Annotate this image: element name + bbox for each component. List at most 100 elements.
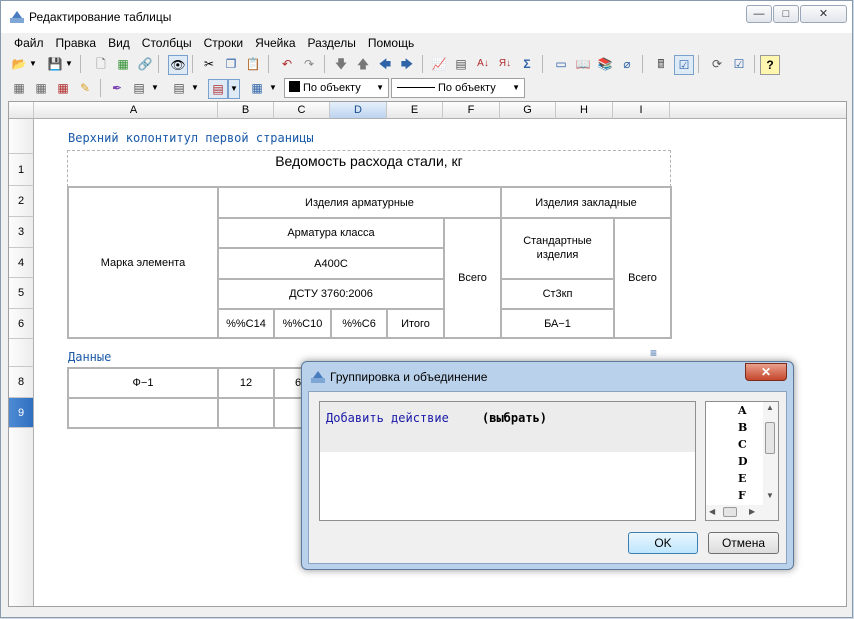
- diameter-icon[interactable]: ⌀: [618, 55, 636, 73]
- preview-icon[interactable]: 👁: [168, 55, 188, 75]
- align-icon[interactable]: ▤: [130, 79, 148, 97]
- cell-b8[interactable]: 12: [217, 367, 275, 399]
- section-settings-icon[interactable]: ≡: [650, 346, 657, 360]
- library-icon[interactable]: 📚: [596, 55, 614, 73]
- col-header-G[interactable]: G: [500, 102, 556, 119]
- row-header-1[interactable]: 1: [9, 154, 34, 186]
- col-header-I[interactable]: I: [613, 102, 670, 119]
- list-item[interactable]: C: [738, 438, 747, 451]
- actions-box[interactable]: Добавить действие (выбрать): [319, 401, 696, 521]
- list-item[interactable]: E: [738, 472, 746, 485]
- col-header-A[interactable]: A: [34, 102, 218, 119]
- cell-vsego-1[interactable]: Всего: [443, 217, 502, 339]
- ok-button[interactable]: OK: [628, 532, 698, 554]
- cell-a400c[interactable]: А400С: [217, 247, 445, 280]
- col-header-D[interactable]: D: [330, 102, 387, 119]
- edit-table-icon[interactable]: ✎: [76, 79, 94, 97]
- paste-icon[interactable]: 📋: [244, 55, 262, 73]
- align-dropdown-icon[interactable]: ▼: [150, 79, 160, 97]
- border-icon[interactable]: ▤: [208, 79, 228, 99]
- move-right-icon[interactable]: 🡆: [398, 55, 416, 73]
- sort-desc-icon[interactable]: Я↓: [496, 55, 514, 73]
- col-header-C[interactable]: C: [274, 102, 330, 119]
- line-dropdown-icon[interactable]: ▼: [190, 79, 200, 97]
- vertical-scrollbar[interactable]: ▲ ▼: [763, 402, 778, 505]
- menu-edit[interactable]: Правка: [50, 34, 103, 52]
- cell-izd-arm[interactable]: Изделия арматурные: [217, 186, 502, 219]
- cell-dstu[interactable]: ДСТУ 3760:2006: [217, 278, 445, 310]
- cell-b9[interactable]: [217, 397, 275, 429]
- borders-grid-icon[interactable]: ▦: [248, 79, 266, 97]
- move-left-icon[interactable]: 🡄: [376, 55, 394, 73]
- row-header-8[interactable]: 8: [9, 367, 34, 398]
- col-header-F[interactable]: F: [443, 102, 500, 119]
- copy-icon[interactable]: ❐: [222, 55, 240, 73]
- cell-izd-zakl[interactable]: Изделия закладные: [500, 186, 672, 219]
- chart-icon[interactable]: 📈: [430, 55, 448, 73]
- sum-icon[interactable]: Σ: [518, 55, 536, 73]
- close-window-button[interactable]: ✕: [800, 5, 847, 23]
- row-header-9[interactable]: 9: [9, 398, 34, 428]
- open-dropdown-icon[interactable]: ▼: [28, 55, 38, 73]
- cancel-button[interactable]: Отмена: [708, 532, 779, 554]
- grid-alt-icon[interactable]: ▦: [32, 79, 50, 97]
- save-icon[interactable]: 💾: [46, 55, 64, 73]
- table-title-cell[interactable]: Ведомость расхода стали, кг: [67, 150, 671, 187]
- scroll-down-icon[interactable]: ▼: [766, 491, 774, 500]
- cell-vsego-2[interactable]: Всего: [613, 217, 672, 339]
- column-listbox[interactable]: A B C D E F ▲ ▼ ◀ ▶: [705, 401, 779, 521]
- row-header-3[interactable]: 3: [9, 217, 34, 248]
- linetype-combo[interactable]: По объекту ▼: [391, 78, 525, 98]
- cell-f1[interactable]: Ф−1: [67, 367, 219, 399]
- scroll-up-icon[interactable]: ▲: [766, 403, 774, 412]
- help-icon[interactable]: ?: [760, 55, 780, 75]
- cell-ba1[interactable]: БА−1: [500, 308, 615, 339]
- menu-sections[interactable]: Разделы: [302, 34, 362, 52]
- cell-st3kp[interactable]: Ст3кп: [500, 278, 615, 310]
- menu-rows[interactable]: Строки: [198, 34, 249, 52]
- list-item[interactable]: D: [738, 455, 748, 468]
- list-item[interactable]: A: [738, 404, 747, 417]
- horizontal-scrollbar[interactable]: ◀ ▶: [706, 505, 778, 520]
- col-header-H[interactable]: H: [556, 102, 613, 119]
- menu-help[interactable]: Помощь: [362, 34, 420, 52]
- menu-cell[interactable]: Ячейка: [249, 34, 301, 52]
- scroll-right-icon[interactable]: ▶: [749, 507, 755, 516]
- cell-c10[interactable]: %%С10: [273, 308, 332, 339]
- list-item[interactable]: B: [738, 421, 747, 434]
- redo-icon[interactable]: ↷: [300, 55, 318, 73]
- scroll-left-icon[interactable]: ◀: [709, 507, 715, 516]
- row-header-4[interactable]: 4: [9, 248, 34, 278]
- merge-icon[interactable]: ▦: [54, 79, 72, 97]
- scroll-thumb[interactable]: [765, 422, 775, 454]
- border-dropdown-icon[interactable]: ▼: [228, 79, 240, 99]
- dialog-close-button[interactable]: ✕: [745, 363, 787, 381]
- list-item[interactable]: F: [738, 489, 746, 502]
- maximize-button[interactable]: □: [773, 5, 799, 23]
- fill-icon[interactable]: ✒: [108, 79, 126, 97]
- row-header-5[interactable]: 5: [9, 278, 34, 309]
- color-combo[interactable]: По объекту ▼: [284, 78, 389, 98]
- move-down-icon[interactable]: 🡇: [332, 55, 350, 73]
- copy-format-icon[interactable]: 🗋: [92, 55, 110, 73]
- sort-asc-icon[interactable]: A↓: [474, 55, 492, 73]
- calculator-icon[interactable]: 🖩: [652, 55, 670, 73]
- menu-columns[interactable]: Столбцы: [136, 34, 198, 52]
- undo-icon[interactable]: ↶: [278, 55, 296, 73]
- add-action-link[interactable]: Добавить действие: [326, 411, 449, 425]
- col-header-E[interactable]: E: [387, 102, 443, 119]
- link-icon[interactable]: 🔗: [136, 55, 154, 73]
- col-header-B[interactable]: B: [218, 102, 274, 119]
- cell-a9[interactable]: [67, 397, 219, 429]
- grid-icon[interactable]: ▦: [10, 79, 28, 97]
- line-style-icon[interactable]: ▤: [170, 79, 188, 97]
- cell-standart[interactable]: Стандартные изделия: [500, 217, 615, 280]
- save-dropdown-icon[interactable]: ▼: [64, 55, 74, 73]
- move-up-icon[interactable]: 🡅: [354, 55, 372, 73]
- corner-cell[interactable]: [9, 102, 34, 119]
- cell-c6[interactable]: %%С6: [330, 308, 388, 339]
- checkbox-icon[interactable]: ☑: [730, 55, 748, 73]
- cell-c14[interactable]: %%С14: [217, 308, 275, 339]
- cut-icon[interactable]: ✂: [200, 55, 218, 73]
- check-icon[interactable]: ☑: [674, 55, 694, 75]
